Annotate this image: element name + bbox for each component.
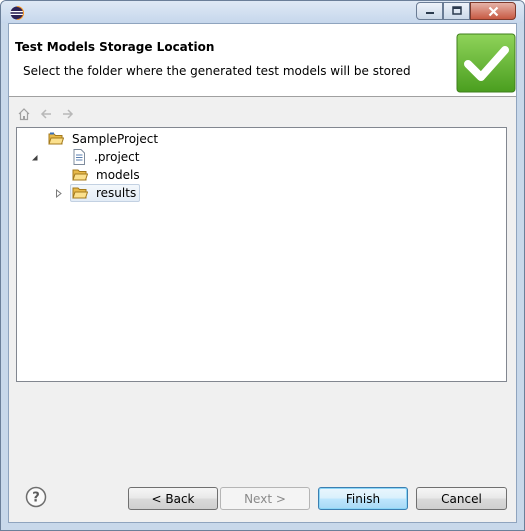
- open-project-folder-icon: [48, 132, 64, 145]
- next-button[interactable]: Next >: [220, 487, 310, 510]
- tree-item-label: SampleProject: [72, 132, 159, 146]
- home-icon: [18, 108, 30, 121]
- tree-item-models[interactable]: models: [70, 166, 144, 184]
- help-icon[interactable]: ?: [25, 486, 47, 508]
- finish-button[interactable]: Finish: [318, 487, 408, 510]
- folder-tree[interactable]: SampleProject .project models results: [16, 127, 507, 382]
- minimize-button[interactable]: [416, 2, 443, 20]
- forward-navigation-button[interactable]: [60, 106, 76, 122]
- page-description: Select the folder where the generated te…: [23, 64, 411, 78]
- file-icon: [73, 149, 85, 165]
- page-title: Test Models Storage Location: [15, 40, 215, 54]
- close-icon: [488, 6, 498, 16]
- back-arrow-icon: [40, 109, 51, 119]
- tree-item-label: results: [96, 186, 137, 200]
- tree-item-results[interactable]: results: [70, 184, 141, 202]
- minimize-icon: [425, 12, 434, 14]
- tree-item-project-file[interactable]: .project: [70, 148, 143, 166]
- eclipse-icon: [10, 6, 24, 20]
- svg-text:?: ?: [32, 491, 40, 506]
- tree-item-label: .project: [94, 150, 140, 164]
- tree-navigation-toolbar: [16, 105, 76, 123]
- wizard-client-area: Test Models Storage Location Select the …: [8, 23, 517, 523]
- collapsed-twisty-icon[interactable]: [54, 189, 63, 198]
- cancel-button[interactable]: Cancel: [416, 487, 507, 510]
- maximize-button[interactable]: [443, 2, 470, 20]
- tree-item-sampleproject[interactable]: SampleProject: [46, 130, 162, 148]
- wizard-header: Test Models Storage Location Select the …: [9, 24, 516, 97]
- folder-icon: [72, 187, 88, 199]
- maximize-icon: [451, 6, 462, 15]
- back-button[interactable]: < Back: [128, 487, 218, 510]
- title-bar[interactable]: [1, 1, 524, 23]
- forward-arrow-icon: [63, 109, 74, 119]
- tree-item-label: models: [96, 168, 140, 182]
- back-navigation-button[interactable]: [38, 106, 54, 122]
- wizard-window: Test Models Storage Location Select the …: [0, 0, 525, 531]
- close-button[interactable]: [470, 2, 516, 20]
- expanded-twisty-icon[interactable]: [30, 153, 39, 162]
- folder-icon: [72, 169, 88, 181]
- home-button[interactable]: [16, 106, 32, 122]
- green-checkmark-icon: [456, 33, 516, 93]
